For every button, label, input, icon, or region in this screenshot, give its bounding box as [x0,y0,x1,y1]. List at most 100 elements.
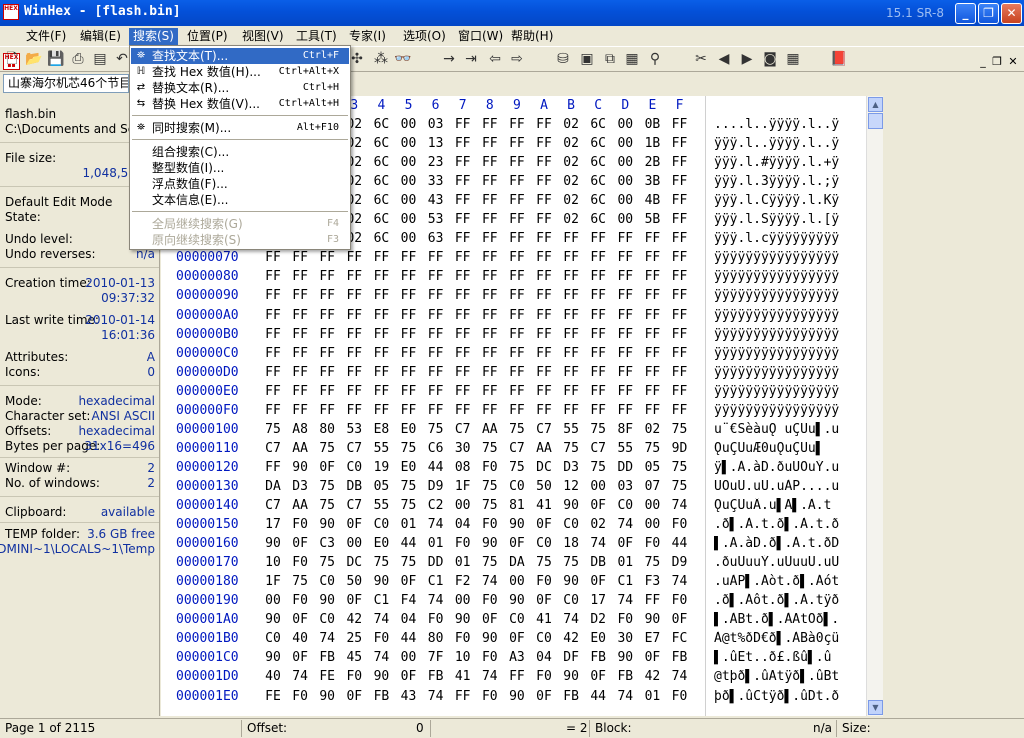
hex-byte[interactable]: 13 [426,136,446,151]
hex-byte[interactable]: 0F [588,498,608,513]
hex-byte[interactable]: FF [615,346,635,361]
hex-byte[interactable]: FF [426,269,446,284]
hex-byte[interactable]: 75 [399,555,419,570]
hex-byte[interactable]: 90 [507,593,527,608]
hex-byte[interactable]: FF [480,308,500,323]
hex-byte[interactable]: FB [588,650,608,665]
hex-byte[interactable]: 90 [263,650,283,665]
hex-byte[interactable]: 0F [317,460,337,475]
ascii-row[interactable]: ÿÿÿÿÿÿÿÿÿÿÿÿÿÿÿÿ [714,365,864,380]
hex-byte[interactable]: 6C [588,174,608,189]
hex-byte[interactable]: FF [263,250,283,265]
hex-byte[interactable]: 0F [399,574,419,589]
hex-byte[interactable]: FE [263,689,283,704]
search-menu-item[interactable]: ⛯ 同时搜索(M)... Alt+F10 [131,120,349,136]
hex-byte[interactable]: 75 [317,555,337,570]
menu-search[interactable]: 搜索(S) [129,28,178,45]
hex-byte[interactable]: FF [344,308,364,323]
hex-byte[interactable]: FF [615,327,635,342]
hex-byte[interactable]: 0F [534,593,554,608]
hex-byte[interactable]: F0 [344,669,364,684]
hex-byte[interactable]: 0F [588,669,608,684]
hex-byte[interactable]: F0 [534,574,554,589]
hex-byte[interactable]: 00 [399,193,419,208]
hex-byte[interactable]: DD [615,460,635,475]
hex-byte[interactable]: FF [480,174,500,189]
hex-byte[interactable]: 30 [615,631,635,646]
menu-window[interactable]: 窗口(W) [454,28,507,45]
hex-byte[interactable]: 75 [480,479,500,494]
hex-byte[interactable]: F0 [480,650,500,665]
hex-byte[interactable]: 6C [371,136,391,151]
hex-byte[interactable]: FF [507,327,527,342]
hex-byte[interactable]: 90 [317,593,337,608]
hex-byte[interactable]: 04 [534,650,554,665]
hex-byte[interactable]: FF [290,403,310,418]
hex-byte[interactable]: 0F [290,612,310,627]
hex-byte[interactable]: 75 [561,441,581,456]
hex-byte[interactable]: 00 [642,498,662,513]
hex-byte[interactable]: FF [317,250,337,265]
hex-byte[interactable]: FF [670,136,690,151]
hex-byte[interactable]: FF [290,269,310,284]
search-menu-item[interactable]: 文本信息(E)... [131,192,349,208]
hex-byte[interactable]: FF [371,384,391,399]
hex-byte[interactable]: D3 [290,479,310,494]
hex-byte[interactable]: FF [263,384,283,399]
hex-byte[interactable]: 00 [453,498,473,513]
hex-byte[interactable]: FF [642,365,662,380]
hex-byte[interactable]: FF [480,327,500,342]
ascii-row[interactable]: ÿÿÿ.l.Sÿÿÿÿ.l.[ÿ [714,212,864,227]
hex-byte[interactable]: FF [507,212,527,227]
hex-byte[interactable]: 02 [561,193,581,208]
hex-byte[interactable]: 00 [615,136,635,151]
hex-byte[interactable]: 0F [344,593,364,608]
ascii-row[interactable]: ....l..ÿÿÿÿ.l..ÿ [714,117,864,132]
hex-byte[interactable]: 00 [399,212,419,227]
hex-byte[interactable]: 02 [642,422,662,437]
hex-byte[interactable]: 74 [317,631,337,646]
hex-byte[interactable]: 00 [399,650,419,665]
hex-byte[interactable]: 90 [453,612,473,627]
hex-byte[interactable]: 00 [642,517,662,532]
hex-byte[interactable]: 75 [290,574,310,589]
hex-byte[interactable]: 90 [561,498,581,513]
hex-byte[interactable]: 00 [615,212,635,227]
hex-byte[interactable]: 3B [642,174,662,189]
hex-byte[interactable]: 41 [534,612,554,627]
hex-byte[interactable]: 90 [561,669,581,684]
hex-byte[interactable]: 30 [453,441,473,456]
hex-byte[interactable]: C0 [534,631,554,646]
hex-byte[interactable]: FF [588,384,608,399]
hex-byte[interactable]: FF [371,288,391,303]
search-menu-item[interactable]: ℍ 查找 Hex 数值(H)... Ctrl+Alt+X [131,64,349,80]
hex-byte[interactable]: FF [588,403,608,418]
hex-byte[interactable]: 00 [453,593,473,608]
hex-byte[interactable]: C0 [561,593,581,608]
minimize-button[interactable]: _ [955,3,976,24]
ascii-row[interactable]: u¨€SèàuǪ uÇUu▌.u [714,422,864,437]
hex-byte[interactable]: FF [507,403,527,418]
hex-byte[interactable]: 7F [426,650,446,665]
hex-byte[interactable]: 00 [344,536,364,551]
hex-byte[interactable]: C3 [317,536,337,551]
hex-byte[interactable]: 75 [317,441,337,456]
hex-byte[interactable]: 02 [561,155,581,170]
hex-byte[interactable]: 74 [670,574,690,589]
hex-byte[interactable]: 33 [426,174,446,189]
hex-byte[interactable]: FF [480,231,500,246]
hex-byte[interactable]: 01 [399,517,419,532]
hex-byte[interactable]: FF [534,212,554,227]
hex-byte[interactable]: 00 [588,479,608,494]
hex-byte[interactable]: FF [453,384,473,399]
hex-byte[interactable]: 0F [588,574,608,589]
ram-edit-icon[interactable]: ▣ [578,50,596,68]
scroll-thumb[interactable] [868,113,883,129]
hex-byte[interactable]: C7 [588,441,608,456]
hex-byte[interactable]: 05 [642,460,662,475]
hex-byte[interactable]: FF [399,269,419,284]
search-menu-item[interactable]: 整型数值(I)... [131,160,349,176]
hex-byte[interactable]: 0F [507,536,527,551]
hex-byte[interactable]: 74 [371,650,391,665]
hex-byte[interactable]: FF [534,117,554,132]
